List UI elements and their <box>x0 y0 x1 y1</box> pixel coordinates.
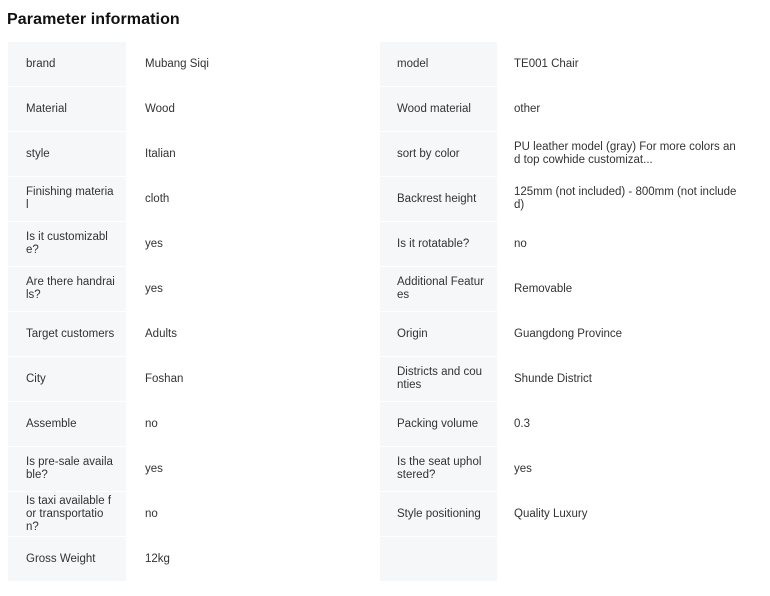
param-value: Shunde District <box>497 356 751 402</box>
param-value: yes <box>497 446 751 492</box>
param-value: Adults <box>126 311 380 357</box>
param-key: Is pre-sale available? <box>7 446 127 492</box>
table-row: Is pre-sale available? yes Is the seat u… <box>7 446 751 492</box>
param-value: Removable <box>497 266 751 312</box>
param-value: Quality Luxury <box>497 491 751 537</box>
param-key: Districts and counties <box>379 356 498 402</box>
table-row: City Foshan Districts and counties Shund… <box>7 356 751 402</box>
param-value: no <box>497 221 751 267</box>
param-value: Guangdong Province <box>497 311 751 357</box>
table-row: Is it customizable? yes Is it rotatable?… <box>7 221 751 267</box>
table-row: Material Wood Wood material other <box>7 86 751 132</box>
param-value: yes <box>126 221 380 267</box>
parameter-table-body: brand Mubang Siqi model TE001 Chair Mate… <box>7 41 751 582</box>
param-key: Is it customizable? <box>7 221 127 267</box>
param-key: style <box>7 131 127 177</box>
param-value: 12kg <box>126 536 380 582</box>
param-key: Is it rotatable? <box>379 221 498 267</box>
param-value <box>497 536 751 582</box>
param-value: no <box>126 491 380 537</box>
param-key: brand <box>7 41 127 87</box>
table-row: brand Mubang Siqi model TE001 Chair <box>7 41 751 87</box>
param-value: PU leather model (gray) For more colors … <box>514 141 736 166</box>
param-key: Packing volume <box>379 401 498 447</box>
param-value: 0.3 <box>497 401 751 447</box>
table-row: Target customers Adults Origin Guangdong… <box>7 311 751 357</box>
table-row: Are there handrails? yes Additional Feat… <box>7 266 751 312</box>
param-key: Is taxi available for transportation? <box>7 491 127 537</box>
param-value: Mubang Siqi <box>126 41 380 87</box>
param-value: yes <box>126 446 380 492</box>
param-key: sort by color <box>379 131 498 177</box>
param-key: Material <box>7 86 127 132</box>
param-key <box>379 536 498 582</box>
table-row: Gross Weight 12kg <box>7 536 751 582</box>
param-key: Gross Weight <box>7 536 127 582</box>
param-key: Is the seat upholstered? <box>379 446 498 492</box>
param-key: Target customers <box>7 311 127 357</box>
param-key: Style positioning <box>379 491 498 537</box>
param-value: Italian <box>126 131 380 177</box>
param-key: Wood material <box>379 86 498 132</box>
param-value: cloth <box>126 176 380 222</box>
param-key: City <box>7 356 127 402</box>
param-value: no <box>126 401 380 447</box>
parameter-table: brand Mubang Siqi model TE001 Chair Mate… <box>7 41 751 582</box>
table-row: Finishing material cloth Backrest height… <box>7 176 751 222</box>
param-key: Assemble <box>7 401 127 447</box>
table-row: Assemble no Packing volume 0.3 <box>7 401 751 447</box>
param-value: Wood <box>126 86 380 132</box>
param-value: yes <box>126 266 380 312</box>
param-key: Are there handrails? <box>7 266 127 312</box>
param-key: model <box>379 41 498 87</box>
param-value: 125mm (not included) - 800mm (not includ… <box>497 176 751 222</box>
param-key: Origin <box>379 311 498 357</box>
param-key: Backrest height <box>379 176 498 222</box>
param-value: Foshan <box>126 356 380 402</box>
table-row: Is taxi available for transportation? no… <box>7 491 751 537</box>
param-value: other <box>497 86 751 132</box>
param-key: Additional Features <box>379 266 498 312</box>
table-row: style Italian sort by color PU leather m… <box>7 131 751 177</box>
page-title: Parameter information <box>7 11 180 28</box>
param-value: TE001 Chair <box>497 41 751 87</box>
param-key: Finishing material <box>7 176 127 222</box>
